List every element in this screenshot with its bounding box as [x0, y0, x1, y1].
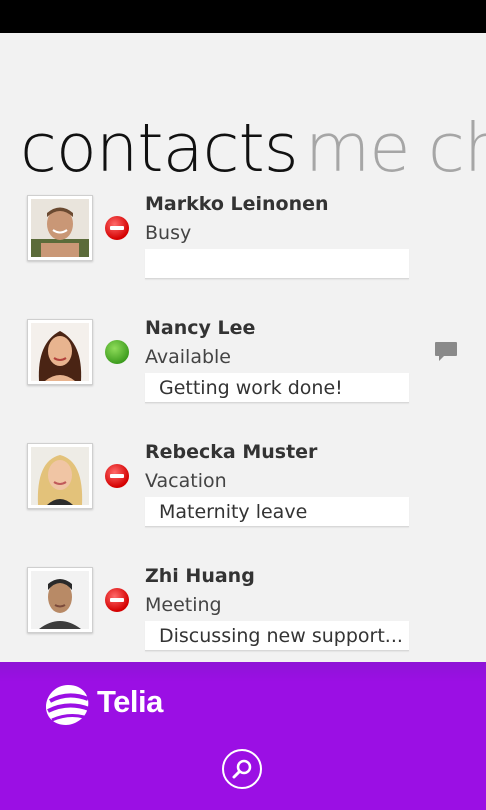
status-note: Discussing new support...: [145, 621, 409, 651]
busy-status-icon: [105, 216, 129, 240]
brand-name: Telia: [97, 684, 163, 719]
pivot-item-contacts[interactable]: contacts: [20, 108, 299, 188]
status-note: Getting work done!: [145, 373, 409, 403]
contact-status: Available: [145, 346, 232, 368]
contact-name: Markko Leinonen: [145, 193, 329, 215]
search-button[interactable]: [222, 749, 262, 789]
contact-row[interactable]: Markko Leinonen Busy: [0, 193, 486, 313]
status-note: Maternity leave: [145, 497, 409, 527]
telia-logo-icon: [46, 685, 90, 725]
available-status-icon: [105, 340, 129, 364]
pivot-item-me[interactable]: me: [305, 108, 410, 188]
contact-status: Vacation: [145, 470, 227, 492]
avatar: [27, 319, 93, 385]
contact-status: Busy: [145, 222, 192, 244]
avatar: [27, 195, 93, 261]
status-note: [145, 249, 409, 279]
contact-name: Nancy Lee: [145, 317, 256, 339]
contact-name: Rebecka Muster: [145, 441, 318, 463]
avatar: [27, 567, 93, 633]
busy-status-icon: [105, 588, 129, 612]
search-icon: [232, 759, 252, 779]
contact-status: Meeting: [145, 594, 222, 616]
contact-row[interactable]: Nancy Lee Available Getting work done!: [0, 317, 486, 437]
busy-status-icon: [105, 464, 129, 488]
pivot-header: contacts me ch: [0, 108, 486, 188]
chat-icon[interactable]: [434, 341, 458, 363]
contact-row[interactable]: Rebecka Muster Vacation Maternity leave: [0, 441, 486, 561]
pivot-item-ch[interactable]: ch: [428, 108, 486, 188]
contact-name: Zhi Huang: [145, 565, 255, 587]
avatar: [27, 443, 93, 509]
status-bar: [0, 0, 486, 33]
